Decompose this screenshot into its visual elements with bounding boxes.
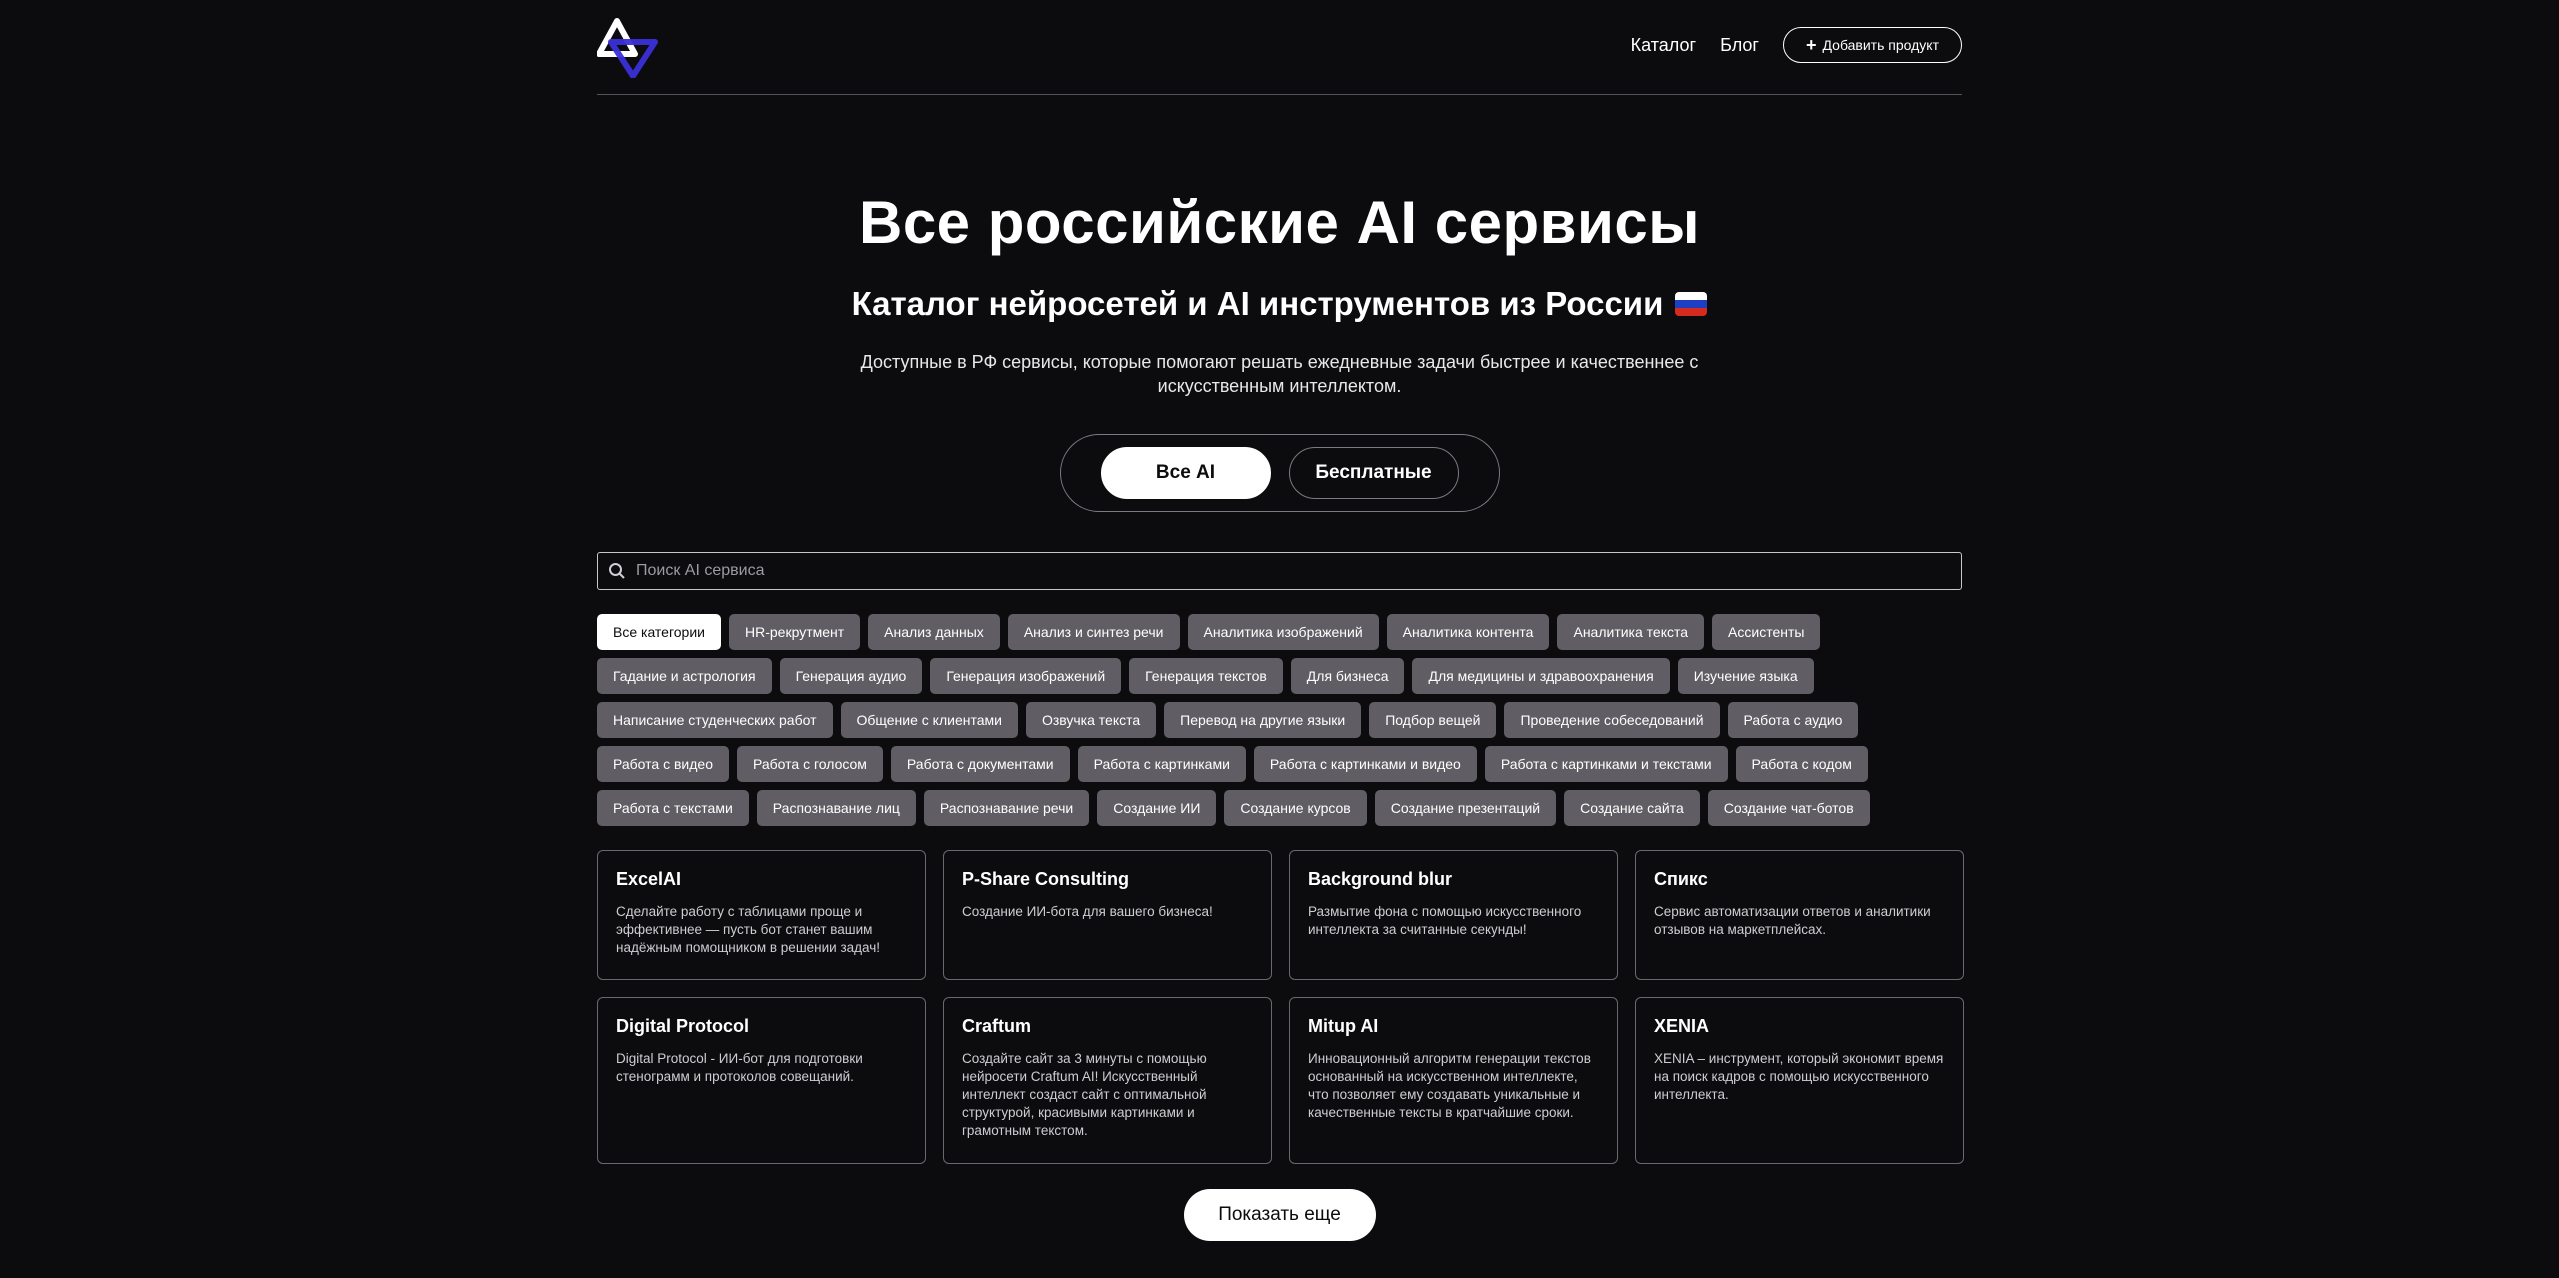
page-description: Доступные в РФ сервисы, которые помогают… [860,352,1699,396]
category-chip[interactable]: Для бизнеса [1290,658,1405,694]
service-card[interactable]: Craftum Создайте сайт за 3 минуты с помощ… [943,997,1272,1164]
category-chip[interactable]: Проведение собеседований [1504,702,1720,738]
category-chip[interactable]: Распознавание лиц [756,790,916,826]
category-chip[interactable]: Работа с голосом [736,746,883,782]
category-chip[interactable]: Работа с картинками [1077,746,1246,782]
service-card-title: Background blur [1308,869,1453,889]
category-chip[interactable]: HR-рекрутмент [728,614,861,650]
services-grid-row-1: ExcelAI Сделайте работу с таблицами проще… [597,850,1964,980]
service-card-description: Инновационный алгоритм генерации текстов… [1308,1051,1591,1120]
category-chip[interactable]: Анализ данных [868,614,1000,650]
category-chip[interactable]: Озвучка текста [1025,702,1157,738]
category-chip[interactable]: Работа с картинками и видео [1253,746,1477,782]
search-icon [609,563,625,579]
service-card-title: Mitup AI [1308,1016,1379,1036]
category-list: Все категории HR-рекрутмент Анализ данных А… [597,614,1907,826]
service-card-description: Digital Protocol - ИИ-бот для подготовки… [616,1051,863,1084]
service-card[interactable]: P-Share Consulting Создание ИИ-бота для в… [943,850,1272,980]
category-chip[interactable]: Генерация аудио [779,658,923,694]
service-card-title: Спикс [1654,869,1708,889]
category-chip[interactable]: Ассистенты [1712,614,1821,650]
category-chip[interactable]: Работа с документами [890,746,1070,782]
category-chip[interactable]: Создание презентаций [1374,790,1557,826]
service-card-description: Сделайте работу с таблицами проще и эффе… [616,904,881,955]
service-card-title: P-Share Consulting [962,869,1130,889]
category-chip[interactable]: Написание студенческих работ [597,702,833,738]
search-box [597,552,1962,590]
category-chip[interactable]: Все категории [597,614,721,650]
services-grid-row-2: Digital Protocol Digital Protocol - ИИ-бо… [597,997,1964,1164]
category-chip[interactable]: Перевод на другие языки [1164,702,1362,738]
category-chip[interactable]: Общение с клиентами [840,702,1018,738]
service-card-title: ExcelAI [616,869,682,889]
category-chip[interactable]: Создание курсов [1224,790,1367,826]
service-card[interactable]: Background blur Размытие фона с помощью и… [1289,850,1618,980]
service-card-title: XENIA [1654,1016,1710,1036]
category-chip[interactable]: Гадание и астрология [597,658,772,694]
category-chip[interactable]: Генерация изображений [930,658,1122,694]
service-card-title: Digital Protocol [616,1016,750,1036]
category-chip[interactable]: Анализ и синтез речи [1007,614,1180,650]
category-chip[interactable]: Работа с аудио [1727,702,1859,738]
nav-catalog-link[interactable]: Каталог [1631,35,1696,56]
category-chip[interactable]: Работа с кодом [1735,746,1868,782]
main-nav: Каталог Блог + Добавить продукт [1631,27,1962,63]
category-chip[interactable]: Для медицины и здравоохранения [1412,658,1670,694]
plus-icon: + [1806,35,1817,55]
service-card[interactable]: Mitup AI Инновационный алгоритм генерации… [1289,997,1618,1164]
category-chip[interactable]: Работа с картинками и текстами [1484,746,1728,782]
category-chip[interactable]: Создание ИИ [1097,790,1217,826]
category-chip[interactable]: Создание сайта [1564,790,1700,826]
category-chip[interactable]: Распознавание речи [923,790,1090,826]
site-header: Каталог Блог + Добавить продукт [597,0,1962,95]
category-chip[interactable]: Аналитика изображений [1187,614,1379,650]
service-card-description: Создайте сайт за 3 минуты с помощью нейр… [962,1051,1207,1138]
category-chip[interactable]: Создание чат-ботов [1707,790,1870,826]
subtitle-text: Каталог нейросетей и AI инструментов из … [851,285,1664,322]
add-product-button[interactable]: + Добавить продукт [1783,27,1962,63]
service-card[interactable]: ExcelAI Сделайте работу с таблицами проще… [597,850,926,980]
russian-flag-icon [1675,291,1708,316]
page-subtitle: Каталог нейросетей и AI инструментов из … [597,287,1962,320]
service-card-description: Размытие фона с помощью искусственного и… [1308,904,1582,937]
triangle-logo-icon[interactable] [597,16,659,78]
service-card-description: Сервис автоматизации ответов и аналитики… [1654,904,1931,937]
toggle-all-ai[interactable]: Все AI [1100,447,1271,499]
service-card[interactable]: XENIA XENIA – инструмент, который экономи… [1635,997,1964,1164]
category-chip[interactable]: Изучение языка [1677,658,1814,694]
category-chip[interactable]: Работа с видео [597,746,729,782]
category-chip[interactable]: Генерация текстов [1129,658,1283,694]
search-input[interactable] [634,561,1961,581]
category-chip[interactable]: Подбор вещей [1369,702,1497,738]
add-product-label: Добавить продукт [1822,37,1939,53]
category-chip[interactable]: Аналитика контента [1386,614,1550,650]
category-chip[interactable]: Аналитика текста [1557,614,1705,650]
service-card-description: Создание ИИ-бота для вашего бизнеса! [962,904,1213,919]
service-card-title: Craftum [962,1016,1032,1036]
service-card[interactable]: Digital Protocol Digital Protocol - ИИ-бо… [597,997,926,1164]
category-chip[interactable]: Работа с текстами [597,790,749,826]
show-more-button[interactable]: Показать еще [1183,1189,1376,1241]
service-card-description: XENIA – инструмент, который экономит вре… [1654,1051,1944,1102]
filter-toggle: Все AI Бесплатные [1059,434,1500,512]
service-card[interactable]: Спикс Сервис автоматизации ответов и анал… [1635,850,1964,980]
page-title: Все российские AI сервисы [858,189,1700,256]
nav-blog-link[interactable]: Блог [1720,35,1759,56]
toggle-free[interactable]: Бесплатные [1288,447,1459,499]
